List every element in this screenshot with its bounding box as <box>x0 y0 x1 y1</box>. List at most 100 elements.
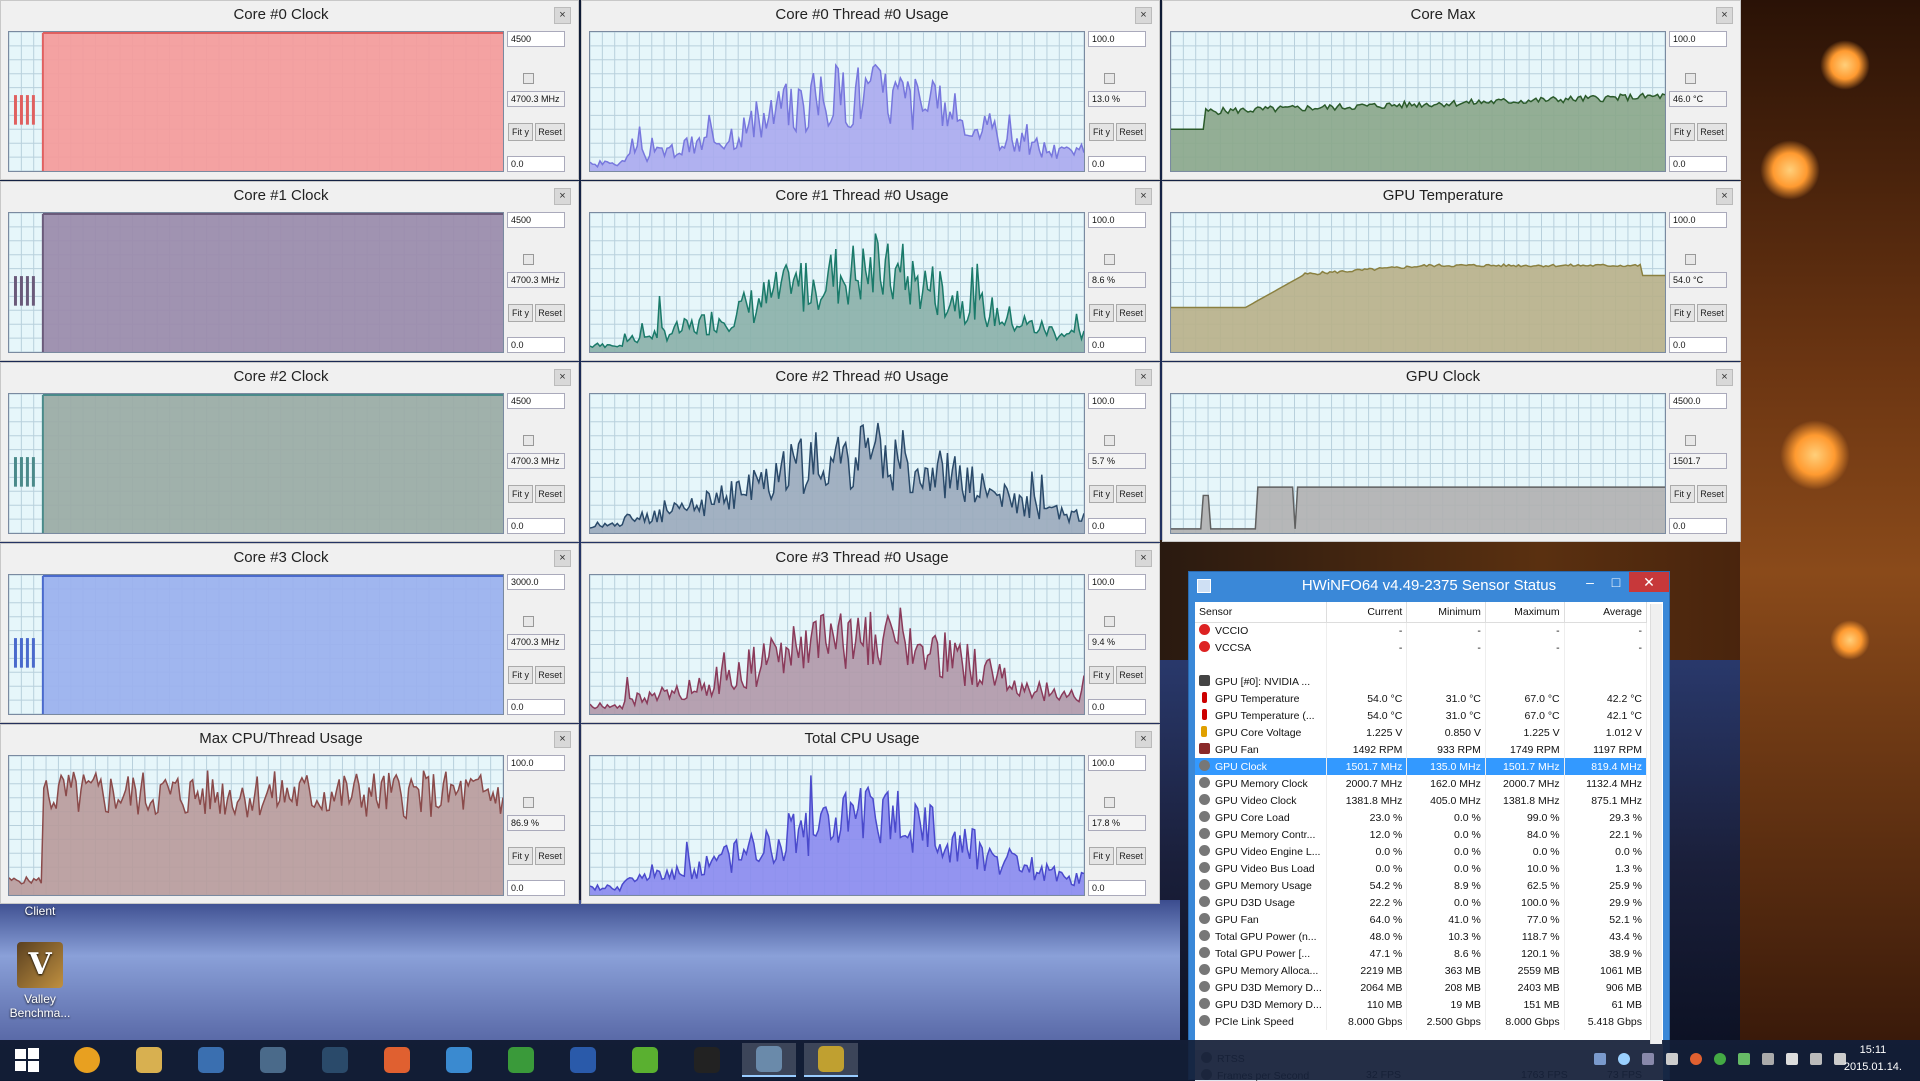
tray-network-icon[interactable] <box>1762 1053 1774 1065</box>
close-icon[interactable]: × <box>554 731 571 748</box>
close-icon[interactable]: × <box>554 7 571 24</box>
graph-autoscale-checkbox[interactable] <box>1685 254 1696 265</box>
sensor-row[interactable]: GPU Fan 1492 RPM 933 RPM 1749 RPM 1197 R… <box>1195 741 1648 758</box>
taskbar-start-button[interactable] <box>0 1043 54 1077</box>
taskbar-control-panel-button[interactable] <box>184 1043 238 1077</box>
close-icon[interactable]: × <box>1135 7 1152 24</box>
graph-max-input[interactable]: 4500 <box>507 393 565 409</box>
graph-min-input[interactable]: 0.0 <box>1088 518 1146 534</box>
graph-max-input[interactable]: 3000.0 <box>507 574 565 590</box>
sensor-row[interactable]: Total GPU Power [... 47.1 % 8.6 % 120.1 … <box>1195 945 1648 962</box>
reset-button[interactable]: Reset <box>1697 485 1727 503</box>
close-icon[interactable]: ✕ <box>1629 572 1669 592</box>
fit-y-button[interactable]: Fit y <box>508 847 533 865</box>
fit-y-button[interactable]: Fit y <box>1089 123 1114 141</box>
sensor-row[interactable]: GPU Memory Contr... 12.0 % 0.0 % 84.0 % … <box>1195 826 1648 843</box>
fit-y-button[interactable]: Fit y <box>508 304 533 322</box>
tray-nvidia-icon[interactable] <box>1738 1053 1750 1065</box>
tray-hwinfo-icon[interactable] <box>1594 1053 1606 1065</box>
sensor-graph-panel[interactable]: GPU Clock × 4500.0 1501.7 Fit y Reset 0.… <box>1162 362 1741 542</box>
sensor-row[interactable]: GPU Temperature (... 54.0 °C 31.0 °C 67.… <box>1195 707 1648 724</box>
taskbar-console-button[interactable] <box>680 1043 734 1077</box>
graph-autoscale-checkbox[interactable] <box>1104 797 1115 808</box>
taskbar-file-explorer-button[interactable] <box>122 1043 176 1077</box>
sensor-row[interactable]: GPU Video Engine L... 0.0 % 0.0 % 0.0 % … <box>1195 843 1648 860</box>
hwinfo-scrollbar[interactable] <box>1650 604 1662 1044</box>
maximize-icon[interactable]: □ <box>1603 572 1629 592</box>
sensor-graph-panel[interactable]: Core #3 Clock × 3000.0 4700.3 MHz Fit y … <box>0 543 579 723</box>
fit-y-button[interactable]: Fit y <box>1089 485 1114 503</box>
graph-autoscale-checkbox[interactable] <box>523 616 534 627</box>
fit-y-button[interactable]: Fit y <box>508 485 533 503</box>
reset-button[interactable]: Reset <box>535 666 565 684</box>
taskbar-valley-button[interactable] <box>804 1043 858 1077</box>
sensor-row[interactable]: GPU Memory Usage 54.2 % 8.9 % 62.5 % 25.… <box>1195 877 1648 894</box>
graph-max-input[interactable]: 4500.0 <box>1669 393 1727 409</box>
fit-y-button[interactable]: Fit y <box>1089 666 1114 684</box>
fit-y-button[interactable]: Fit y <box>508 666 533 684</box>
graph-autoscale-checkbox[interactable] <box>1104 435 1115 446</box>
sensor-row[interactable]: VCCSA - - - - <box>1195 639 1648 656</box>
sensor-row[interactable]: GPU Memory Alloca... 2219 MB 363 MB 2559… <box>1195 962 1648 979</box>
close-icon[interactable]: × <box>554 550 571 567</box>
graph-autoscale-checkbox[interactable] <box>1104 73 1115 84</box>
tray-display-icon[interactable] <box>1810 1053 1822 1065</box>
fit-y-button[interactable]: Fit y <box>1670 485 1695 503</box>
close-icon[interactable]: × <box>1135 731 1152 748</box>
reset-button[interactable]: Reset <box>535 485 565 503</box>
close-icon[interactable]: × <box>554 369 571 386</box>
sensor-row[interactable]: GPU D3D Usage 22.2 % 0.0 % 100.0 % 29.9 … <box>1195 894 1648 911</box>
sensor-graph-panel[interactable]: GPU Temperature × 100.0 54.0 °C Fit y Re… <box>1162 181 1741 361</box>
taskbar-hwinfo-button[interactable] <box>742 1043 796 1077</box>
sensor-graph-panel[interactable]: Core #0 Clock × 4500 4700.3 MHz Fit y Re… <box>0 0 579 180</box>
close-icon[interactable]: × <box>1716 369 1733 386</box>
sensor-row[interactable]: GPU Temperature 54.0 °C 31.0 °C 67.0 °C … <box>1195 690 1648 707</box>
close-icon[interactable]: × <box>1135 369 1152 386</box>
graph-max-input[interactable]: 100.0 <box>1088 755 1146 771</box>
graph-min-input[interactable]: 0.0 <box>1088 337 1146 353</box>
tray-show-hidden-icon[interactable] <box>1666 1053 1678 1065</box>
taskbar-utorrent-button[interactable] <box>618 1043 672 1077</box>
fit-y-button[interactable]: Fit y <box>1089 304 1114 322</box>
sensor-graph-panel[interactable]: Core #1 Thread #0 Usage × 100.0 8.6 % Fi… <box>581 181 1160 361</box>
sensor-graph-panel[interactable]: Total CPU Usage × 100.0 17.8 % Fit y Res… <box>581 724 1160 904</box>
graph-min-input[interactable]: 0.0 <box>1669 518 1727 534</box>
taskbar-media-button[interactable] <box>246 1043 300 1077</box>
desktop-icon-valley[interactable]: V Valley Benchma... <box>6 942 74 1020</box>
column-header-sensor[interactable]: Sensor <box>1195 602 1327 623</box>
taskbar-xbox-button[interactable] <box>494 1043 548 1077</box>
column-header-maximum[interactable]: Maximum <box>1485 602 1565 623</box>
tray-clock-icon[interactable] <box>1618 1053 1630 1065</box>
taskbar-clock[interactable]: 15:11 2015.01.14. <box>1844 1042 1902 1076</box>
graph-max-input[interactable]: 4500 <box>507 212 565 228</box>
close-icon[interactable]: × <box>1135 188 1152 205</box>
reset-button[interactable]: Reset <box>535 847 565 865</box>
sensor-row[interactable]: GPU Core Voltage 1.225 V 0.850 V 1.225 V… <box>1195 724 1648 741</box>
sensor-row[interactable]: GPU Memory Clock 2000.7 MHz 162.0 MHz 20… <box>1195 775 1648 792</box>
graph-min-input[interactable]: 0.0 <box>507 880 565 896</box>
desktop-icon-client[interactable]: Client <box>10 904 70 918</box>
graph-min-input[interactable]: 0.0 <box>1088 156 1146 172</box>
graph-min-input[interactable]: 0.0 <box>1088 699 1146 715</box>
sensor-row[interactable] <box>1195 656 1648 673</box>
column-header-average[interactable]: Average <box>1564 602 1648 623</box>
fit-y-button[interactable]: Fit y <box>1089 847 1114 865</box>
fit-y-button[interactable]: Fit y <box>1670 123 1695 141</box>
reset-button[interactable]: Reset <box>1116 123 1146 141</box>
taskbar-steam-button[interactable] <box>308 1043 362 1077</box>
sensor-graph-panel[interactable]: Core Max × 100.0 46.0 °C Fit y Reset 0.0 <box>1162 0 1741 180</box>
graph-min-input[interactable]: 0.0 <box>507 699 565 715</box>
taskbar-origin-button[interactable] <box>370 1043 424 1077</box>
graph-min-input[interactable]: 0.0 <box>1669 337 1727 353</box>
taskbar-floppy-button[interactable] <box>556 1043 610 1077</box>
sensor-graph-panel[interactable]: Core #2 Thread #0 Usage × 100.0 5.7 % Fi… <box>581 362 1160 542</box>
tray-flag-icon[interactable] <box>1642 1053 1654 1065</box>
tray-origin-icon[interactable] <box>1690 1053 1702 1065</box>
graph-max-input[interactable]: 100.0 <box>1088 31 1146 47</box>
sensor-row[interactable]: GPU Video Clock 1381.8 MHz 405.0 MHz 138… <box>1195 792 1648 809</box>
fit-y-button[interactable]: Fit y <box>508 123 533 141</box>
graph-min-input[interactable]: 0.0 <box>1669 156 1727 172</box>
graph-autoscale-checkbox[interactable] <box>1685 73 1696 84</box>
sensor-graph-panel[interactable]: Core #1 Clock × 4500 4700.3 MHz Fit y Re… <box>0 181 579 361</box>
fit-y-button[interactable]: Fit y <box>1670 304 1695 322</box>
